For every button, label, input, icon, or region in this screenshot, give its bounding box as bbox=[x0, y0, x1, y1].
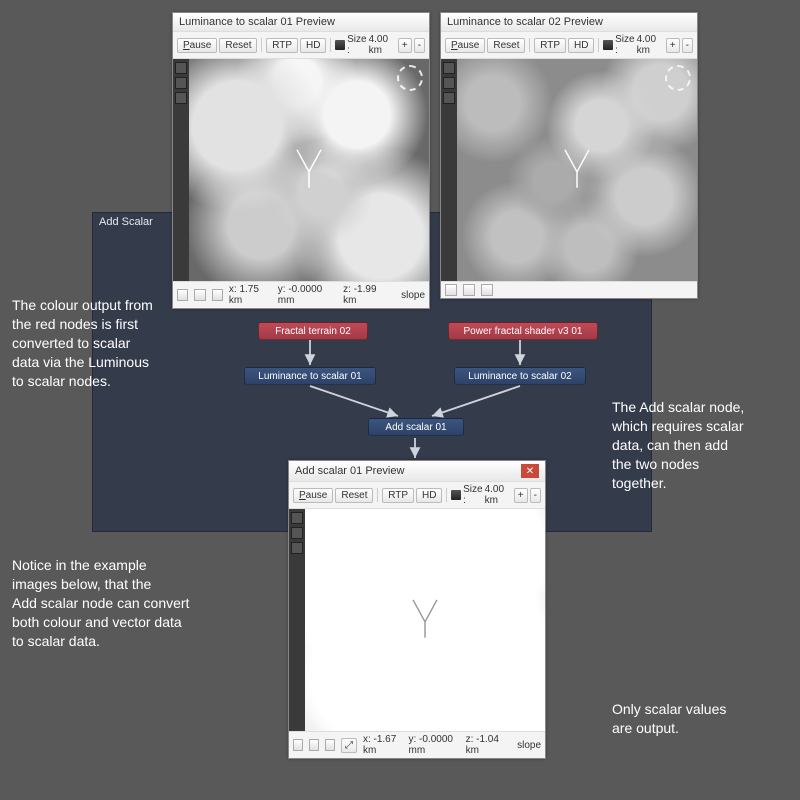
size-plus-button[interactable]: + bbox=[514, 488, 528, 503]
size-value: 4.00 km bbox=[637, 34, 662, 56]
preview-side-tools bbox=[441, 59, 457, 281]
side-tool-icon[interactable] bbox=[175, 77, 187, 89]
status-tool-icon[interactable] bbox=[481, 284, 493, 296]
separator bbox=[261, 38, 262, 52]
node-luminance-to-scalar-1[interactable]: Luminance to scalar 01 bbox=[244, 367, 376, 385]
preview-canvas[interactable] bbox=[305, 509, 545, 731]
reset-button[interactable]: Reset bbox=[335, 488, 373, 503]
side-tool-icon[interactable] bbox=[291, 527, 303, 539]
separator bbox=[598, 38, 599, 52]
reset-button[interactable]: Reset bbox=[219, 38, 257, 53]
status-y: y: -0.0000 mm bbox=[278, 284, 337, 306]
brush-icon[interactable] bbox=[451, 490, 461, 500]
size-minus-button[interactable]: - bbox=[414, 38, 425, 53]
preview-title-text: Add scalar 01 Preview bbox=[295, 465, 404, 477]
reset-button[interactable]: Reset bbox=[487, 38, 525, 53]
size-minus-button[interactable]: - bbox=[530, 488, 541, 503]
preview-toolbar: Pause Reset RTP HD Size : 4.00 km + - bbox=[173, 31, 429, 59]
size-label: Size : bbox=[463, 484, 482, 506]
preview-toolbar: Pause Reset RTP HD Size : 4.00 km + - bbox=[289, 481, 545, 509]
status-slope: slope bbox=[401, 290, 425, 301]
camera-marker-icon bbox=[289, 146, 329, 190]
preview-window-lum1: Luminance to scalar 01 Preview Pause Res… bbox=[172, 12, 430, 309]
size-label: Size : bbox=[615, 34, 634, 56]
status-tool-icon[interactable] bbox=[293, 739, 303, 751]
rtp-button[interactable]: RTP bbox=[382, 488, 414, 503]
size-value: 4.00 km bbox=[485, 484, 510, 506]
hd-button[interactable]: HD bbox=[416, 488, 442, 503]
separator bbox=[446, 488, 447, 502]
preview-canvas[interactable] bbox=[457, 59, 697, 281]
preview-title-text: Luminance to scalar 02 Preview bbox=[447, 16, 603, 28]
annotation-right-bottom: Only scalar values are output. bbox=[612, 700, 726, 738]
annotation-bottom-left: Notice in the example images below, that… bbox=[12, 556, 189, 650]
compass-icon[interactable] bbox=[397, 65, 423, 91]
preview-side-tools bbox=[289, 509, 305, 731]
preview-titlebar[interactable]: Add scalar 01 Preview ✕ bbox=[289, 461, 545, 481]
size-plus-button[interactable]: + bbox=[398, 38, 412, 53]
side-tool-icon[interactable] bbox=[443, 92, 455, 104]
preview-window-lum2: Luminance to scalar 02 Preview Pause Res… bbox=[440, 12, 698, 299]
status-tool-icon[interactable] bbox=[445, 284, 457, 296]
preview-titlebar[interactable]: Luminance to scalar 02 Preview bbox=[441, 13, 697, 31]
compass-icon[interactable] bbox=[665, 65, 691, 91]
annotation-right-mid: The Add scalar node, which requires scal… bbox=[612, 398, 744, 492]
brush-icon[interactable] bbox=[335, 40, 345, 50]
status-tool-icon[interactable] bbox=[194, 289, 205, 301]
rtp-button[interactable]: RTP bbox=[266, 38, 298, 53]
size-value: 4.00 km bbox=[369, 34, 394, 56]
preview-titlebar[interactable]: Luminance to scalar 01 Preview bbox=[173, 13, 429, 31]
hd-button[interactable]: HD bbox=[568, 38, 594, 53]
zoom-button[interactable]: ⤢ bbox=[341, 738, 357, 753]
side-tool-icon[interactable] bbox=[291, 542, 303, 554]
status-x: x: -1.67 km bbox=[363, 734, 403, 756]
preview-side-tools bbox=[173, 59, 189, 281]
side-tool-icon[interactable] bbox=[443, 62, 455, 74]
brush-icon[interactable] bbox=[603, 40, 613, 50]
status-y: y: -0.0000 mm bbox=[408, 734, 459, 756]
pause-button[interactable]: Pause bbox=[445, 38, 485, 53]
size-minus-button[interactable]: - bbox=[682, 38, 693, 53]
preview-statusbar: x: 1.75 km y: -0.0000 mm z: -1.99 km slo… bbox=[173, 281, 429, 308]
status-z: z: -1.99 km bbox=[343, 284, 389, 306]
separator bbox=[529, 38, 530, 52]
preview-toolbar: Pause Reset RTP HD Size : 4.00 km + - bbox=[441, 31, 697, 59]
compass-icon[interactable] bbox=[513, 515, 539, 541]
preview-title-text: Luminance to scalar 01 Preview bbox=[179, 16, 335, 28]
status-tool-icon[interactable] bbox=[212, 289, 223, 301]
size-label: Size : bbox=[347, 34, 366, 56]
separator bbox=[377, 488, 378, 502]
size-plus-button[interactable]: + bbox=[666, 38, 680, 53]
status-tool-icon[interactable] bbox=[177, 289, 188, 301]
status-z: z: -1.04 km bbox=[466, 734, 506, 756]
rtp-button[interactable]: RTP bbox=[534, 38, 566, 53]
hd-button[interactable]: HD bbox=[300, 38, 326, 53]
side-tool-icon[interactable] bbox=[291, 512, 303, 524]
camera-marker-icon bbox=[557, 146, 597, 190]
preview-canvas[interactable] bbox=[189, 59, 429, 281]
pause-button[interactable]: Pause bbox=[293, 488, 333, 503]
node-power-fractal-shader[interactable]: Power fractal shader v3 01 bbox=[448, 322, 598, 340]
preview-statusbar: ⤢ x: -1.67 km y: -0.0000 mm z: -1.04 km … bbox=[289, 731, 545, 758]
status-tool-icon[interactable] bbox=[309, 739, 319, 751]
side-tool-icon[interactable] bbox=[443, 77, 455, 89]
side-tool-icon[interactable] bbox=[175, 62, 187, 74]
separator bbox=[330, 38, 331, 52]
pause-button[interactable]: Pause bbox=[177, 38, 217, 53]
status-tool-icon[interactable] bbox=[325, 739, 335, 751]
status-slope: slope bbox=[517, 740, 541, 751]
node-add-scalar[interactable]: Add scalar 01 bbox=[368, 418, 464, 436]
close-button[interactable]: ✕ bbox=[521, 464, 539, 478]
status-tool-icon[interactable] bbox=[463, 284, 475, 296]
node-fractal-terrain[interactable]: Fractal terrain 02 bbox=[258, 322, 368, 340]
annotation-top-left: The colour output from the red nodes is … bbox=[12, 296, 153, 390]
node-luminance-to-scalar-2[interactable]: Luminance to scalar 02 bbox=[454, 367, 586, 385]
side-tool-icon[interactable] bbox=[175, 92, 187, 104]
status-x: x: 1.75 km bbox=[229, 284, 272, 306]
preview-window-add-scalar: Add scalar 01 Preview ✕ Pause Reset RTP … bbox=[288, 460, 546, 759]
camera-marker-icon bbox=[405, 596, 445, 640]
preview-statusbar bbox=[441, 281, 697, 298]
